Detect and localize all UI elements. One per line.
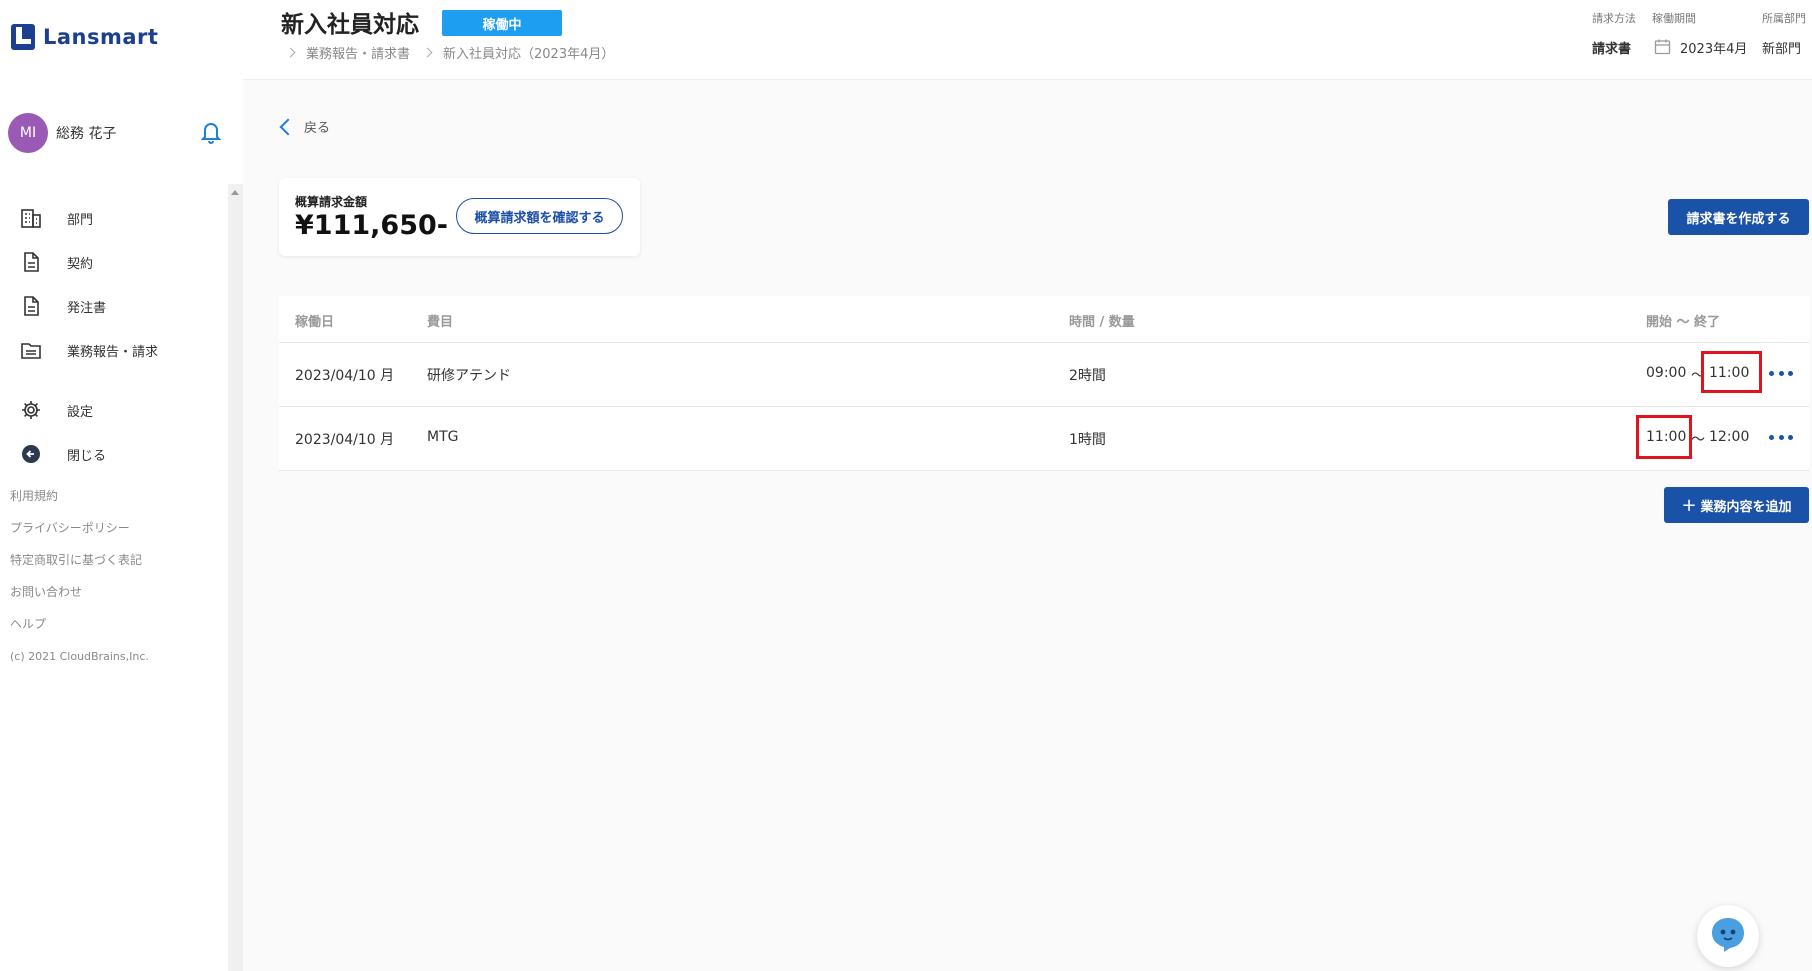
app-name: Lansmart [43, 25, 159, 49]
sidebar-item-label: 設定 [67, 404, 94, 420]
cell-item: MTG [427, 429, 459, 445]
chevron-right-icon [422, 47, 433, 58]
cell-item: 研修アテンド [427, 368, 511, 384]
meta-value-period: 2023年4月 [1680, 42, 1748, 57]
estimate-card: 概算請求金額 ¥111,650- 概算請求額を確認する [279, 178, 640, 256]
sidebar-item-label: 部門 [67, 212, 94, 228]
column-header-qty: 時間 / 数量 [1069, 315, 1135, 330]
sidebar-item-department[interactable]: 部門 [0, 198, 228, 238]
more-options-icon[interactable] [1769, 363, 1793, 383]
back-button[interactable]: 戻る [278, 117, 330, 136]
status-badge: 稼働中 [442, 10, 562, 36]
table-header: 稼働日 費目 時間 / 数量 開始 ～ 終了 [279, 296, 1809, 343]
sidebar-item-contract[interactable]: 契約 [0, 242, 228, 282]
sidebar-item-close[interactable]: 閉じる [0, 434, 228, 474]
page-title: 新入社員対応 [281, 12, 419, 38]
cell-qty: 1時間 [1069, 432, 1106, 448]
cell-start-time: 09:00 [1646, 365, 1687, 381]
meta-value-billing-method: 請求書 [1592, 42, 1632, 57]
meta-label-billing-method: 請求方法 [1592, 12, 1636, 25]
user-profile[interactable]: MI 総務 花子 [8, 113, 116, 153]
folder-icon [20, 339, 42, 361]
cell-date: 2023/04/10 月 [295, 368, 395, 384]
sidebar-scrollbar[interactable] [228, 184, 243, 971]
sidebar-item-label: 閉じる [67, 448, 107, 464]
chevron-right-icon [285, 47, 296, 58]
link-terms[interactable]: 利用規約 [10, 487, 142, 519]
highlight-box [1701, 351, 1762, 393]
sidebar-item-label: 契約 [67, 256, 94, 272]
sidebar-item-work-report[interactable]: 業務報告・請求 [0, 330, 228, 370]
link-contact[interactable]: お問い合わせ [10, 583, 142, 615]
plus-icon: + [1681, 494, 1697, 516]
cell-time-separator: ～ [1691, 432, 1705, 448]
gear-icon [20, 399, 42, 421]
breadcrumb: 業務報告・請求書 新入社員対応（2023年4月） [283, 43, 614, 62]
add-work-item-label: 業務内容を追加 [1700, 499, 1792, 515]
breadcrumb-item-current: 新入社員対応（2023年4月） [443, 47, 615, 62]
add-work-item-button[interactable]: + 業務内容を追加 [1664, 487, 1809, 523]
link-privacy[interactable]: プライバシーポリシー [10, 519, 142, 551]
meta-label-department: 所属部門 [1762, 12, 1806, 25]
highlight-box [1636, 415, 1692, 459]
building-icon [20, 207, 42, 229]
arrow-left-circle-icon [20, 443, 42, 465]
avatar: MI [8, 113, 48, 153]
sidebar: Lansmart MI 総務 花子 部門 契約 発注書 業務報告・請求 設定 閉… [0, 0, 243, 971]
copyright: (c) 2021 CloudBrains,Inc. [10, 650, 149, 663]
chat-bot-icon [1708, 914, 1748, 958]
column-header-item: 費目 [427, 315, 454, 330]
table-row[interactable]: 2023/04/10 月 研修アテンド 2時間 09:00 ～ 11:00 [279, 343, 1809, 407]
create-invoice-button[interactable]: 請求書を作成する [1668, 199, 1809, 235]
chevron-left-icon [279, 118, 297, 135]
meta-value-department: 新部門 [1762, 42, 1802, 57]
sidebar-item-label: 発注書 [67, 300, 107, 316]
bell-icon[interactable] [200, 120, 222, 144]
user-name: 総務 花子 [56, 126, 117, 142]
app-logo[interactable]: Lansmart [11, 23, 158, 51]
more-options-icon[interactable] [1769, 427, 1793, 447]
check-estimate-button[interactable]: 概算請求額を確認する [456, 198, 623, 234]
table-row[interactable]: 2023/04/10 月 MTG 1時間 11:00 ～ 12:00 [279, 407, 1809, 471]
column-header-period: 開始 ～ 終了 [1646, 315, 1721, 330]
work-table: 稼働日 費目 時間 / 数量 開始 ～ 終了 2023/04/10 月 研修アテ… [279, 296, 1809, 471]
link-commercial-law[interactable]: 特定商取引に基づく表記 [10, 551, 142, 583]
cell-end-time: 12:00 [1709, 429, 1750, 445]
back-label: 戻る [304, 121, 331, 136]
sidebar-item-purchase-order[interactable]: 発注書 [0, 286, 228, 326]
cell-date: 2023/04/10 月 [295, 432, 395, 448]
breadcrumb-item-work-report[interactable]: 業務報告・請求書 [306, 43, 410, 62]
calendar-icon [1654, 38, 1671, 55]
sidebar-item-settings[interactable]: 設定 [0, 390, 228, 430]
document-icon [20, 295, 42, 317]
column-header-date: 稼働日 [295, 315, 335, 330]
sidebar-item-label: 業務報告・請求 [67, 344, 159, 360]
estimate-label: 概算請求金額 [295, 195, 368, 209]
page-header: 新入社員対応 稼働中 業務報告・請求書 新入社員対応（2023年4月） 請求方法… [243, 0, 1812, 80]
footer-links: 利用規約 プライバシーポリシー 特定商取引に基づく表記 お問い合わせ ヘルプ [10, 487, 142, 647]
document-icon [20, 251, 42, 273]
meta-label-period: 稼働期間 [1652, 12, 1696, 25]
cell-qty: 2時間 [1069, 368, 1106, 384]
chat-bot-button[interactable] [1697, 905, 1759, 967]
logo-mark-icon [11, 24, 35, 50]
link-help[interactable]: ヘルプ [10, 615, 142, 647]
estimate-amount: ¥111,650- [295, 210, 448, 241]
